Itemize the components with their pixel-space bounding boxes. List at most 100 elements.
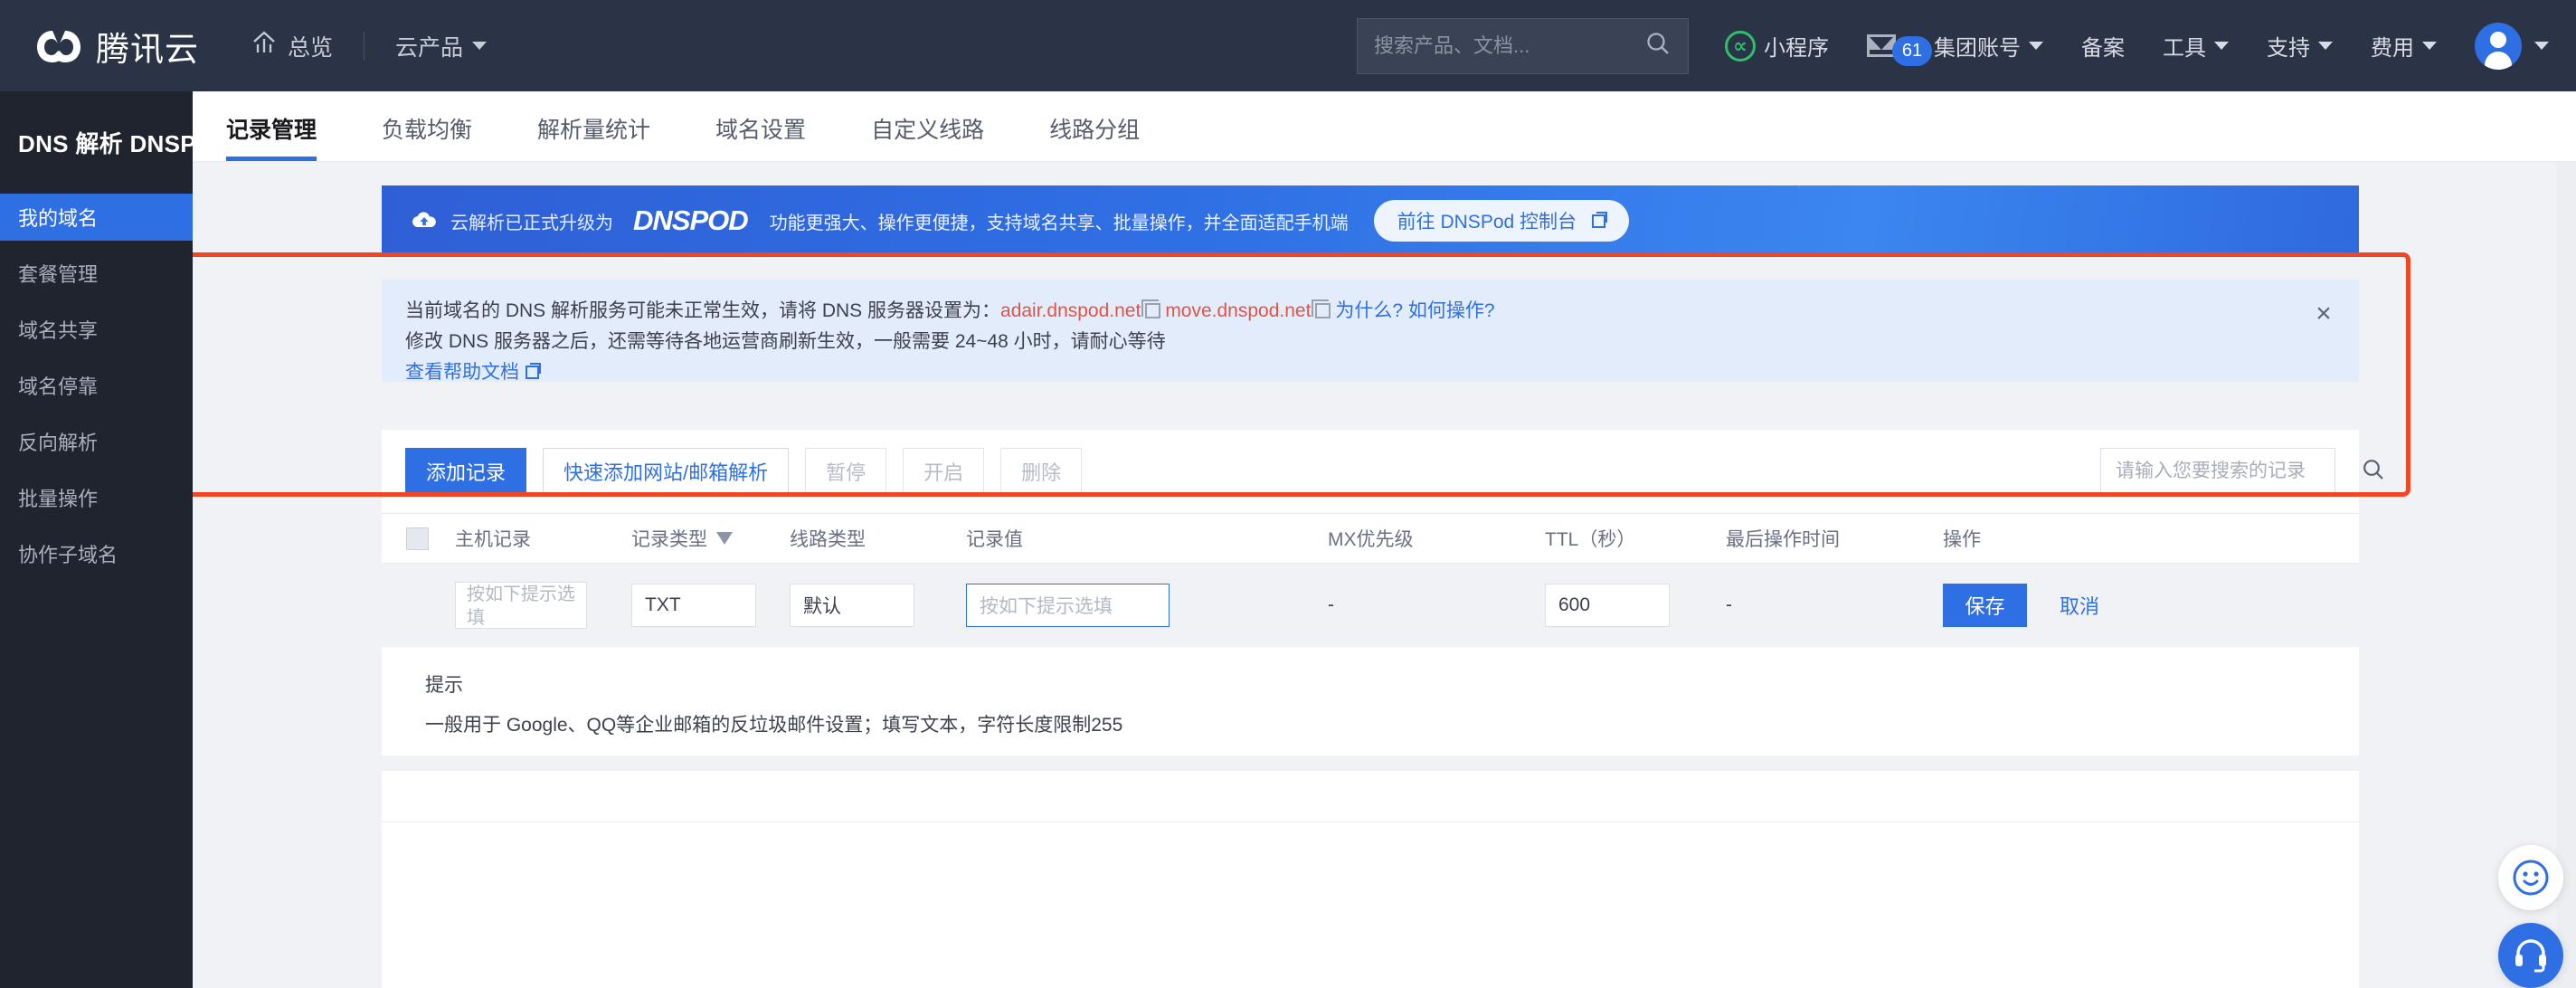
record-type-select[interactable]: TXT — [631, 584, 756, 627]
sidebar-item-label: 我的域名 — [18, 207, 99, 230]
column-label: MX优先级 — [1328, 529, 1414, 550]
miniprogram-icon: ∝ — [1725, 30, 1756, 62]
global-search-input[interactable] — [1374, 33, 1644, 58]
tab-custom-lines[interactable]: 自定义线路 — [871, 112, 984, 161]
ttl-input[interactable]: 600 — [1545, 584, 1670, 627]
nav-messages[interactable]: 61 — [1867, 34, 1932, 66]
message-count-badge: 61 — [1892, 36, 1932, 66]
table-row-edit: 按如下提示选填 TXT 默认 按如下提示选填 - 600 - 保存 取消 — [382, 564, 2359, 647]
nav-miniprogram[interactable]: ∝ 小程序 — [1725, 30, 1829, 62]
tab-record-management[interactable]: 记录管理 — [226, 112, 317, 161]
sidebar: DNS 解析 DNSPod 我的域名 套餐管理 域名共享 域名停靠 反向解析 批… — [0, 91, 225, 988]
tab-line-groups[interactable]: 线路分组 — [1049, 112, 1140, 161]
cell-mx-priority: - — [1328, 594, 1545, 616]
save-button[interactable]: 保存 — [1943, 584, 2027, 627]
global-search[interactable] — [1357, 17, 1689, 74]
checkbox-unchecked-select-all[interactable] — [406, 527, 429, 550]
delete-label: 删除 — [1021, 461, 1062, 484]
line-type-select[interactable]: 默认 — [790, 584, 914, 627]
chevron-down-icon — [2534, 42, 2549, 50]
goto-dnspod-console-label: 前往 DNSPod 控制台 — [1397, 212, 1577, 233]
alert-line-1: 当前域名的 DNS 解析服务可能未正常生效，请将 DNS 服务器设置为：adai… — [405, 296, 2335, 327]
smiley-feedback-icon-button[interactable] — [2498, 845, 2563, 910]
nav-overview[interactable]: 总览 — [251, 30, 333, 62]
records-search-input[interactable] — [2116, 461, 2361, 482]
delete-button[interactable]: 删除 — [1000, 447, 1083, 496]
tab-query-statistics[interactable]: 解析量统计 — [537, 112, 650, 161]
smiley-feedback-icon — [2513, 860, 2549, 896]
tab-domain-settings[interactable]: 域名设置 — [715, 112, 806, 161]
external-link-icon — [526, 363, 541, 379]
chevron-down-icon — [2422, 42, 2437, 50]
tab-label: 域名设置 — [715, 118, 807, 143]
pause-button[interactable]: 暂停 — [805, 447, 887, 496]
sidebar-item-collaborative-subdomain[interactable]: 协作子域名 — [0, 530, 193, 577]
enable-label: 开启 — [923, 461, 964, 484]
cancel-button[interactable]: 取消 — [2060, 591, 2099, 620]
cloud-upgrade-icon — [411, 207, 438, 234]
tab-load-balancing[interactable]: 负载均衡 — [382, 112, 472, 161]
filter-icon[interactable] — [716, 532, 733, 545]
brand-logo[interactable]: 腾讯云 — [34, 22, 199, 71]
column-header-record-type[interactable]: 记录类型 — [631, 525, 790, 552]
headset-support-icon-button[interactable] — [2498, 923, 2563, 988]
nav-tools[interactable]: 工具 — [2163, 30, 2229, 62]
tab-label: 解析量统计 — [537, 118, 651, 143]
nav-beian[interactable]: 备案 — [2081, 30, 2125, 62]
sidebar-item-label: 协作子域名 — [18, 544, 118, 566]
user-menu[interactable] — [2475, 22, 2549, 70]
dnspod-upgrade-banner[interactable]: 云解析已正式升级为 DNSPOD 功能更强大、操作更便捷，支持域名共享、批量操作… — [382, 185, 2359, 256]
search-icon[interactable] — [1644, 30, 1672, 62]
nameserver-1: adair.dnspod.net — [1000, 300, 1141, 321]
external-link-icon — [1592, 211, 1608, 228]
sidebar-item-batch-operations[interactable]: 批量操作 — [0, 474, 193, 521]
nav-products[interactable]: 云产品 — [395, 30, 488, 62]
help-doc-link[interactable]: 查看帮助文档 — [405, 362, 519, 383]
nav-support[interactable]: 支持 — [2267, 30, 2333, 62]
host-record-input[interactable]: 按如下提示选填 — [455, 582, 587, 629]
alert-why-how-link[interactable]: 为什么? 如何操作? — [1335, 300, 1494, 321]
sidebar-item-my-domains[interactable]: 我的域名 — [0, 194, 193, 241]
add-record-button[interactable]: 添加记录 — [405, 447, 527, 496]
tip-body: 一般用于 Google、QQ等企业邮箱的反垃圾邮件设置；填写文本，字符长度限制2… — [425, 715, 1123, 736]
records-toolbar: 添加记录 快速添加网站/邮箱解析 暂停 开启 删除 — [382, 430, 2383, 513]
alert-line-2: 修改 DNS 服务器之后，还需等待各地运营商刷新生效，一般需要 24~48 小时… — [405, 331, 1166, 352]
sidebar-item-plan-management[interactable]: 套餐管理 — [0, 250, 193, 297]
pause-label: 暂停 — [826, 461, 867, 484]
goto-dnspod-console-button[interactable]: 前往 DNSPod 控制台 — [1373, 200, 1630, 242]
records-search[interactable] — [2100, 447, 2383, 496]
sidebar-item-label: 套餐管理 — [18, 263, 99, 286]
sidebar-item-domain-parking[interactable]: 域名停靠 — [0, 362, 193, 409]
nav-billing[interactable]: 费用 — [2371, 30, 2437, 62]
sidebar-item-domain-sharing[interactable]: 域名共享 — [0, 306, 193, 353]
brand-name: 腾讯云 — [96, 30, 199, 68]
sidebar-item-reverse-lookup[interactable]: 反向解析 — [0, 418, 193, 465]
column-header-operations: 操作 — [1943, 525, 2160, 552]
nav-products-label: 云产品 — [395, 34, 464, 61]
nav-group-account[interactable]: 集团账号 — [1934, 30, 2043, 62]
tab-label: 自定义线路 — [871, 118, 985, 143]
copy-icon[interactable] — [1312, 299, 1331, 318]
close-icon[interactable]: × — [2312, 300, 2335, 328]
top-header-right: ∝ 小程序 61 集团账号 备案 工具 支持 费用 — [1357, 0, 2576, 91]
nav-divider — [364, 31, 365, 61]
floating-action-buttons — [2498, 845, 2563, 988]
tab-label: 线路分组 — [1049, 118, 1141, 143]
top-header: 腾讯云 总览 云产品 ∝ 小程序 61 集团账号 — [0, 0, 2576, 91]
enable-button[interactable]: 开启 — [903, 447, 985, 496]
sidebar-item-label: 批量操作 — [18, 488, 99, 510]
records-list-panel — [382, 770, 2359, 988]
search-icon[interactable] — [2361, 457, 2386, 487]
quick-add-button[interactable]: 快速添加网站/邮箱解析 — [543, 447, 790, 496]
chevron-down-icon — [2214, 42, 2229, 50]
nav-miniprogram-label: 小程序 — [1764, 36, 1829, 61]
add-record-label: 添加记录 — [426, 461, 507, 484]
cell-ttl: 600 — [1545, 584, 1726, 627]
column-header-host: 主机记录 — [455, 525, 631, 552]
copy-icon[interactable] — [1141, 299, 1161, 318]
column-label: 记录类型 — [631, 529, 707, 550]
sidebar-item-label: 反向解析 — [18, 432, 99, 454]
banner-text-before: 云解析已正式升级为 — [450, 213, 613, 233]
record-value-input[interactable]: 按如下提示选填 — [966, 584, 1170, 627]
nav-tools-label: 工具 — [2163, 36, 2206, 61]
